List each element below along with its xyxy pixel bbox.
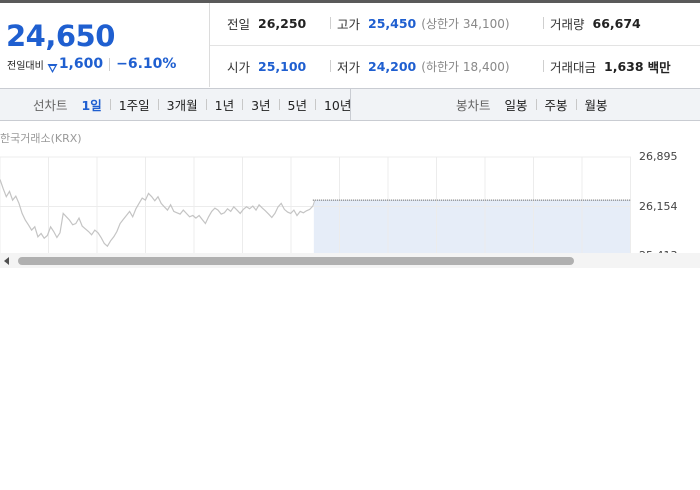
change-percent: −6.10% (116, 56, 177, 72)
candle-chart-title: 봉차트 (456, 98, 491, 113)
scroll-left-arrow-icon[interactable] (4, 257, 9, 265)
tab-1y[interactable]: 1년 (215, 95, 234, 114)
tabbar-divider (350, 89, 351, 120)
current-price: 24,650 (6, 19, 115, 53)
tab-daily-candle[interactable]: 일봉 (505, 95, 528, 114)
stat-value: 24,200 (368, 58, 417, 74)
stat-value: 25,450 (368, 15, 417, 31)
stats-grid: 전일 26,250 고가 25,450 (상한가 34,100) 거래량 66,… (210, 3, 700, 87)
tab-divider (242, 99, 244, 110)
tab-weekly-candle[interactable]: 주봉 (545, 95, 568, 114)
tab-1w[interactable]: 1주일 (119, 95, 150, 114)
tab-1d[interactable]: 1일 (82, 95, 102, 114)
tab-divider (575, 99, 577, 110)
stat-low: 저가 24,200 (하한가 18,400) (337, 58, 510, 75)
tab-10y[interactable]: 10년 (324, 95, 351, 114)
stat-value: 1,638 (604, 58, 644, 74)
price-panel: 24,650 전일대비 1,600 −6.10% (0, 3, 210, 87)
stat-value: 25,100 (258, 58, 307, 74)
stat-value: 66,674 (592, 15, 641, 31)
chart-plot (0, 156, 631, 268)
y-tick-label: 26,154 (639, 200, 678, 213)
tab-3y[interactable]: 3년 (251, 95, 270, 114)
tab-divider (205, 99, 207, 110)
tab-monthly-candle[interactable]: 월봉 (585, 95, 608, 114)
tab-divider (278, 99, 280, 110)
stat-divider (330, 60, 331, 72)
stat-open: 시가 25,100 (227, 58, 307, 75)
stat-label: 시가 (227, 59, 251, 75)
change-label: 전일대비 (7, 60, 44, 72)
stat-trade-value: 거래대금 1,638 백만 (550, 58, 671, 75)
change-amount: 1,600 (58, 56, 104, 72)
stats-row-divider (210, 45, 700, 46)
tab-divider (109, 99, 111, 110)
stat-label: 저가 (337, 59, 361, 75)
lower-limit: (하한가 18,400) (421, 59, 510, 74)
stat-unit: 백만 (647, 59, 671, 75)
y-tick-label: 26,895 (639, 150, 678, 163)
tab-divider (535, 99, 537, 110)
tab-5y[interactable]: 5년 (288, 95, 307, 114)
line-chart-tabs: 선차트 1일 1주일 3개월 1년 3년 5년 10년 (33, 89, 351, 120)
stat-divider (543, 60, 544, 72)
chart-tabbar: 선차트 1일 1주일 3개월 1년 3년 5년 10년 봉차트 일봉 주봉 월봉 (0, 88, 700, 121)
tab-divider (157, 99, 159, 110)
stat-label: 전일 (227, 16, 251, 32)
intraday-chart: 한국거래소(KRX) 26,895 26,154 25,413 (0, 121, 700, 268)
tab-divider (314, 99, 316, 110)
stat-label: 거래량 (550, 16, 585, 32)
line-chart-title: 선차트 (33, 98, 68, 113)
scrollbar-thumb[interactable] (18, 257, 574, 265)
price-change-row: 전일대비 1,600 −6.10% (7, 55, 176, 73)
price-series-line (0, 179, 314, 248)
change-divider (109, 57, 111, 71)
stat-divider (543, 17, 544, 29)
stat-label: 거래대금 (550, 59, 597, 75)
stat-value: 26,250 (258, 15, 307, 31)
stat-volume: 거래량 66,674 (550, 15, 641, 32)
stat-label: 고가 (337, 16, 361, 32)
stat-prev-close: 전일 26,250 (227, 15, 307, 32)
upper-limit: (상한가 34,100) (421, 16, 510, 31)
candle-chart-tabs: 봉차트 일봉 주봉 월봉 (456, 89, 608, 120)
stat-high: 고가 25,450 (상한가 34,100) (337, 15, 510, 32)
stat-divider (330, 17, 331, 29)
down-triangle-icon (47, 59, 58, 73)
tab-3m[interactable]: 3개월 (167, 95, 198, 114)
